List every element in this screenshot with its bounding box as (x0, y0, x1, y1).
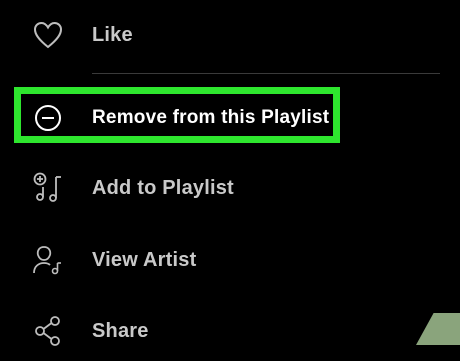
menu-item-label: Share (92, 319, 149, 342)
menu-item-remove-from-playlist[interactable]: Remove from this Playlist (0, 88, 460, 148)
minus-circle-icon (28, 98, 68, 138)
menu-item-label: Like (92, 23, 133, 46)
menu-item-add-to-playlist[interactable]: Add to Playlist (0, 158, 460, 218)
context-menu: Like Remove from this Playlist Add to Pl… (0, 0, 460, 346)
artist-icon (28, 240, 68, 280)
divider (92, 73, 440, 74)
share-icon (28, 311, 68, 351)
menu-item-view-artist[interactable]: View Artist (0, 230, 460, 290)
menu-item-label: View Artist (92, 248, 197, 271)
menu-item-label: Remove from this Playlist (92, 107, 330, 128)
menu-item-like[interactable]: Like (0, 5, 460, 65)
menu-item-label: Add to Playlist (92, 176, 234, 199)
heart-icon (28, 15, 68, 55)
add-to-playlist-icon (28, 168, 68, 208)
menu-item-share[interactable]: Share (0, 301, 460, 361)
